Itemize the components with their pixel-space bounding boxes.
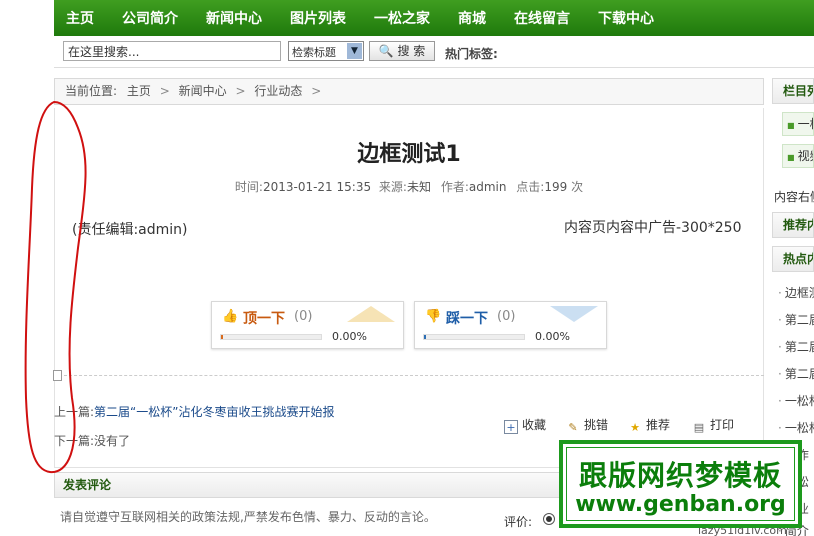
vote-down-label: 踩一下 xyxy=(446,311,488,327)
nav-item-news[interactable]: 新闻中心 xyxy=(206,8,262,28)
recommend-button[interactable]: ★ 推荐 xyxy=(628,416,670,435)
site-watermark: 跟版网织梦模板 www.genban.org xyxy=(559,440,802,528)
printer-icon: ▤ xyxy=(693,421,705,434)
sidebar-content-right: 内容右侧 xyxy=(774,190,814,204)
square-bullet-icon: ■ xyxy=(787,121,795,130)
square-bullet-icon: ■ xyxy=(787,153,795,162)
nav-item-downloads[interactable]: 下载中心 xyxy=(598,8,654,28)
key-icon: ✎ xyxy=(568,421,578,434)
sidebar-hot-header: 热点内容 xyxy=(772,246,814,272)
sidebar-hot-item-label: 第二届 xyxy=(784,313,814,327)
sidebar-hot-item-label: 第二届 xyxy=(784,340,814,354)
ad-placeholder: 内容页内容中广告-300*250 xyxy=(564,220,742,236)
vote-up-bar xyxy=(220,334,322,340)
vote-up-bar-fill xyxy=(221,335,223,339)
search-input[interactable] xyxy=(63,41,281,61)
breadcrumb-label: 当前位置: xyxy=(65,84,118,98)
report-error-button[interactable]: ✎ 挑错 xyxy=(566,416,608,435)
sidebar-column-item[interactable]: ■视频 xyxy=(782,144,814,168)
nav-item-yisong-home[interactable]: 一松之家 xyxy=(374,8,430,28)
nav-item-pictures[interactable]: 图片列表 xyxy=(290,8,346,28)
sidebar-hot-item-label: 第二届 xyxy=(784,367,814,381)
comment-note: 请自觉遵守互联网相关的政策法规,严禁发布色情、暴力、反动的言论。 xyxy=(60,510,436,524)
watermark-title: 跟版网织梦模板 xyxy=(578,459,782,492)
watermark-url: www.genban.org xyxy=(575,492,786,517)
breadcrumb-separator-icon: > xyxy=(159,84,170,98)
meta-clicks-label: 点击: xyxy=(516,180,545,194)
meta-time-label: 时间: xyxy=(234,180,263,194)
search-type-value: 检索标题 xyxy=(292,46,336,59)
meta-time: 2013-01-21 15:35 xyxy=(262,180,372,194)
red-annotation-loop xyxy=(24,100,87,474)
vote-up-percent: 0.00% xyxy=(332,330,367,343)
meta-clicks: 199 xyxy=(544,180,568,194)
nav-item-guestbook[interactable]: 在线留言 xyxy=(514,8,570,28)
collect-button[interactable]: + 收藏 xyxy=(504,416,546,434)
breadcrumb-item-home[interactable]: 主页 xyxy=(127,84,151,98)
meta-clicks-unit: 次 xyxy=(571,180,584,194)
chevron-down-icon: ▼ xyxy=(347,43,362,59)
vote-up-arrow-icon xyxy=(347,306,395,322)
nav-item-home[interactable]: 主页 xyxy=(66,8,94,28)
sidebar-hot-item-label: 一松杯 xyxy=(784,394,814,408)
sidebar-column-item-label: 视频 xyxy=(797,149,813,163)
meta-author: admin xyxy=(468,180,507,194)
vote-up-box[interactable]: 👍 顶一下 (0) 0.00% xyxy=(211,301,404,349)
sidebar-hot-item[interactable]: ·一松杯 xyxy=(778,392,814,409)
vote-down-percent: 0.00% xyxy=(535,330,570,343)
sidebar-hot-item[interactable]: ·第二届 xyxy=(778,311,814,328)
bookmark-icon: + xyxy=(504,420,518,434)
hot-tags-label: 热门标签: xyxy=(445,47,498,61)
sidebar-recommend-header: 推荐内容 xyxy=(772,212,814,238)
breadcrumb-separator-icon: > xyxy=(235,84,246,98)
divider xyxy=(64,375,764,376)
report-error-label: 挑错 xyxy=(584,418,609,432)
meta-author-label: 作者: xyxy=(440,180,469,194)
watermark-inner-border: 跟版网织梦模板 www.genban.org xyxy=(566,447,795,521)
thumbs-down-icon: 👎 xyxy=(425,309,442,324)
article-title: 边框测试1 xyxy=(357,142,461,167)
vote-down-count: (0) xyxy=(497,309,516,324)
vote-down-box[interactable]: 👎 踩一下 (0) 0.00% xyxy=(414,301,607,349)
meta-source: 未知 xyxy=(406,180,431,194)
star-icon: ★ xyxy=(630,421,640,434)
meta-source-label: 来源: xyxy=(378,180,407,194)
sidebar-column-item[interactable]: ■一松 xyxy=(782,112,814,136)
main-nav: 主页 公司简介 新闻中心 图片列表 一松之家 商城 在线留言 下载中心 xyxy=(54,0,814,36)
nav-item-about[interactable]: 公司简介 xyxy=(122,8,178,28)
breadcrumb-separator-icon: > xyxy=(311,84,322,98)
vote-up-label: 顶一下 xyxy=(243,311,285,327)
sidebar-hot-item-label: 边框测试 xyxy=(784,286,814,300)
nav-item-shop[interactable]: 商城 xyxy=(458,8,486,28)
sidebar-hot-item[interactable]: ·第二届 xyxy=(778,338,814,355)
thumbs-up-icon: 👍 xyxy=(222,309,239,324)
prev-article-link[interactable]: 第二届“一松杯”沾化冬枣亩收王挑战赛开始报 xyxy=(94,405,334,419)
print-button[interactable]: ▤ 打印 xyxy=(692,416,734,435)
sidebar-hot-item[interactable]: ·边框测试 xyxy=(778,284,814,301)
search-button[interactable]: 🔍 搜 索 xyxy=(369,41,435,61)
breadcrumb-item-news[interactable]: 新闻中心 xyxy=(179,84,227,98)
article-meta: 时间:2013-01-21 15:35 来源:未知 作者:admin 点击:19… xyxy=(54,178,764,195)
collect-label: 收藏 xyxy=(522,418,547,432)
rating-label: 评价: xyxy=(504,515,533,529)
search-type-select[interactable]: 检索标题 ▼ xyxy=(288,41,364,61)
breadcrumb-item-industry[interactable]: 行业动态 xyxy=(254,84,302,98)
breadcrumb: 当前位置: 主页 > 新闻中心 > 行业动态 > xyxy=(54,78,764,105)
sidebar-hot-item[interactable]: ·一松杯 xyxy=(778,419,814,436)
vote-down-arrow-icon xyxy=(550,306,598,322)
sidebar-hot-item[interactable]: ·第二届 xyxy=(778,365,814,382)
sidebar-column-header: 栏目列表 xyxy=(772,78,814,104)
search-bar: 检索标题 ▼ 🔍 搜 索 热门标签: xyxy=(54,36,814,68)
recommend-label: 推荐 xyxy=(646,418,671,432)
print-label: 打印 xyxy=(710,418,735,432)
sidebar-column-item-label: 一松 xyxy=(797,117,813,131)
rating-radio[interactable] xyxy=(543,513,555,525)
vote-down-bar-fill xyxy=(424,335,426,339)
sidebar-hot-item-label: 一松杯 xyxy=(784,421,814,435)
vote-down-bar xyxy=(423,334,525,340)
vote-up-count: (0) xyxy=(294,309,313,324)
